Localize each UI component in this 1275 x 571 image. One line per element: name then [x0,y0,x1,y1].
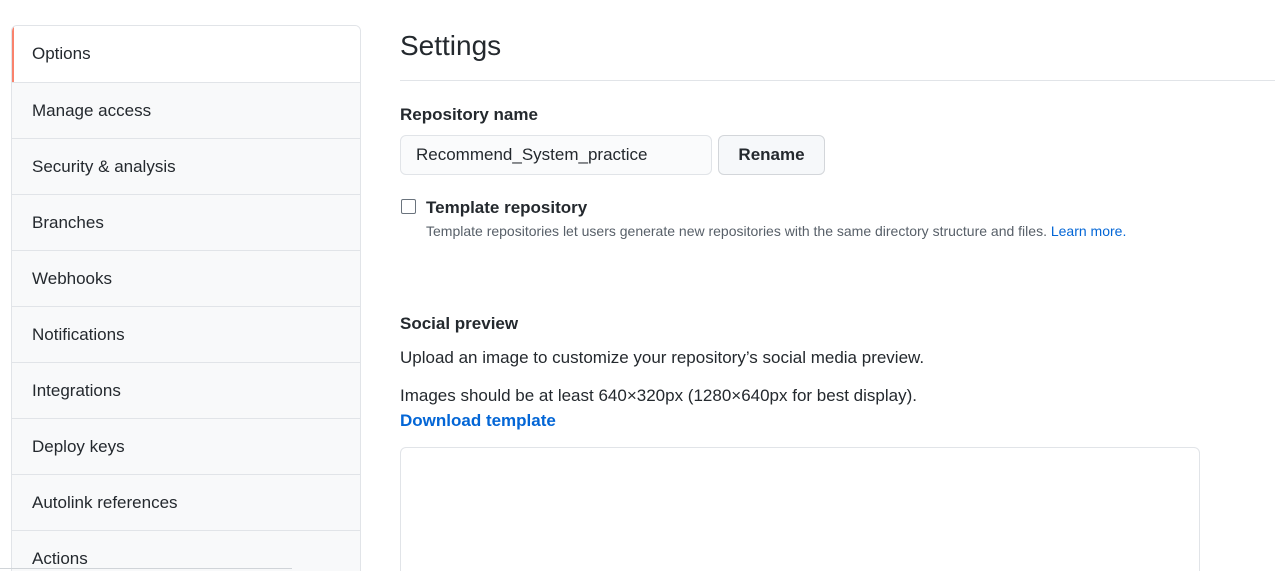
social-preview-image-box[interactable] [400,447,1200,571]
settings-sidebar: Options Manage access Security & analysi… [11,25,361,571]
sidebar-item-options[interactable]: Options [12,26,360,83]
template-repository-note: Template repositories let users generate… [426,223,1126,239]
scroll-edge-divider [0,568,292,569]
download-template-link[interactable]: Download template [400,411,556,431]
template-repository-checkbox[interactable] [401,199,416,214]
sidebar-item-integrations[interactable]: Integrations [12,363,360,419]
social-preview-heading: Social preview [400,314,519,333]
settings-main: Settings Repository name Rename Template… [400,0,1275,571]
social-preview-description: Upload an image to customize your reposi… [400,348,925,367]
sidebar-item-actions[interactable]: Actions [12,531,360,571]
rename-button[interactable]: Rename [718,135,825,175]
settings-page: Options Manage access Security & analysi… [0,0,1275,571]
page-title: Settings [400,30,502,61]
sidebar-item-branches[interactable]: Branches [12,195,360,251]
sidebar-item-security-analysis[interactable]: Security & analysis [12,139,360,195]
sidebar-item-webhooks[interactable]: Webhooks [12,251,360,307]
template-repository-label[interactable]: Template repository [426,198,587,218]
social-preview-size-hint: Images should be at least 640×320px (128… [400,386,917,405]
repository-name-label: Repository name [400,105,538,124]
learn-more-link[interactable]: Learn more. [1051,223,1126,239]
title-divider [400,80,1275,81]
template-note-text: Template repositories let users generate… [426,223,1047,239]
repository-name-input[interactable] [400,135,712,175]
sidebar-item-manage-access[interactable]: Manage access [12,83,360,139]
sidebar-item-deploy-keys[interactable]: Deploy keys [12,419,360,475]
sidebar-item-notifications[interactable]: Notifications [12,307,360,363]
sidebar-item-autolink-references[interactable]: Autolink references [12,475,360,531]
